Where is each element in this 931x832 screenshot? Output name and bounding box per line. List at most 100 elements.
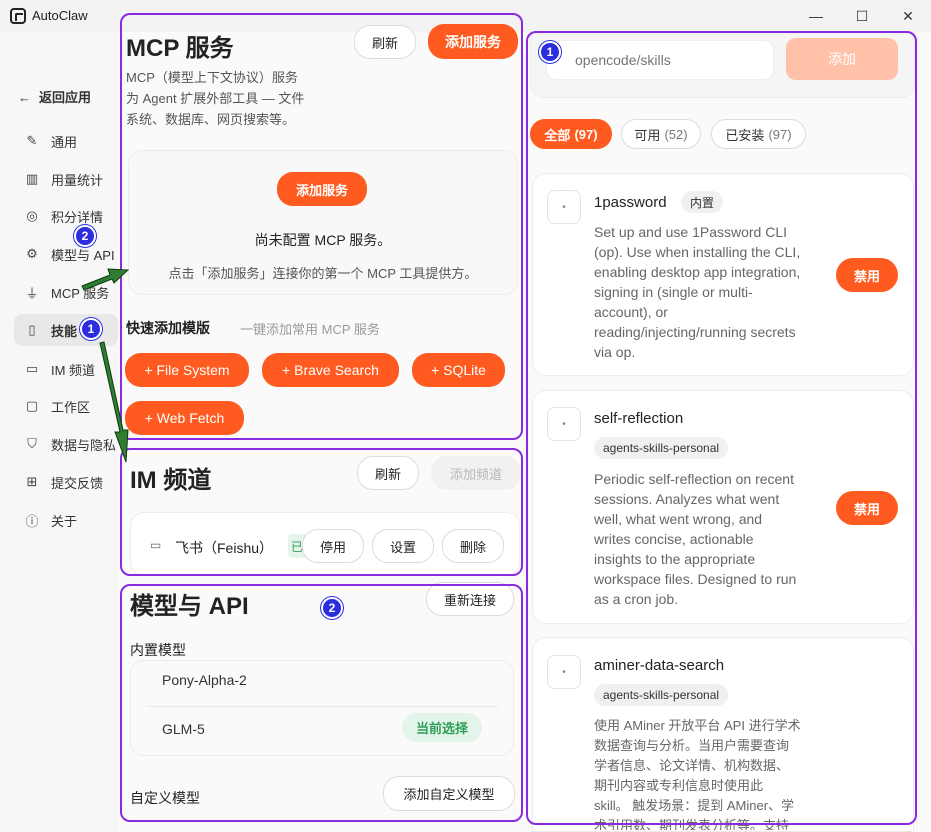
channel-delete-button[interactable]: 删除 [442,529,504,563]
sidebar-item-general[interactable]: ✎ 通用 [14,125,118,157]
sidebar-item-models[interactable]: ⚙ 模型与 API [14,238,118,270]
filter-count: (97) [768,126,792,142]
desc-line: signing in (single or multi- [594,284,753,300]
sidebar-item-usage[interactable]: ▥ 用量统计 [14,163,118,195]
sidebar-item-feedback[interactable]: ⊞ 提交反馈 [14,466,118,498]
reconnect-button[interactable]: 重新连接 [426,582,514,616]
window-title: AutoClaw [32,8,88,23]
skill-add-button[interactable]: 添加 [786,38,898,80]
model-option-glm[interactable]: GLM-5 [162,721,205,737]
close-button[interactable]: ✕ [885,0,931,32]
current-selection-badge: 当前选择 [402,713,482,742]
quick-templates-title: 快速添加模版 [126,320,210,336]
filter-label: 已安装 [725,127,765,143]
template-web-fetch-button[interactable]: + Web Fetch [125,401,244,435]
im-title: IM 频道 [130,467,212,494]
sidebar-item-skills[interactable]: ▯ 技能 [14,314,118,346]
skill-description: 使用 AMiner 开放平台 API 进行学术 数据查询与分析。当用户需要查询 … [594,716,819,830]
sidebar-item-privacy[interactable]: ⛉ 数据与隐私 [14,428,118,460]
builtin-models-title: 内置模型 [130,642,186,658]
book-icon: ▯ [28,322,36,337]
annotation-badge: 2 [321,597,343,619]
template-file-system-button[interactable]: + File System [125,353,249,387]
desc-line: 数据查询与分析。当用户需要查询 [594,738,790,753]
sidebar-item-label: 关于 [51,513,78,529]
sidebar-item-label: 模型与 API [51,247,115,263]
skill-placeholder-icon: • [547,190,581,224]
sidebar-item-label: 提交反馈 [51,475,104,491]
sidebar-item-credits[interactable]: ◎ 积分详情 [14,200,118,232]
template-sqlite-button[interactable]: + SQLite [412,353,505,387]
sidebar-item-im[interactable]: ▭ IM 频道 [14,353,118,385]
filter-label: 全部 [544,127,571,143]
filter-installed[interactable]: 已安装 (97) [711,119,806,149]
skill-disable-button[interactable]: 禁用 [836,491,898,525]
back-to-app-link[interactable]: ← 返回应用 [18,87,91,106]
skill-description: Set up and use 1Password CLI (op). Use w… [594,222,819,362]
desc-line: enabling desktop app integration, [594,264,801,280]
skill-name: aminer-data-search [594,657,725,674]
filter-available[interactable]: 可用 (52) [621,119,701,149]
mcp-title: MCP 服务 [126,35,234,62]
mcp-add-button[interactable]: 添加服务 [428,24,518,59]
sidebar-item-workspace[interactable]: ▢ 工作区 [14,390,118,422]
arrow-left-icon: ← [18,90,31,105]
desc-line: insights to the appropriate [594,551,756,567]
channel-settings-button[interactable]: 设置 [372,529,434,563]
maximize-button[interactable]: ☐ [839,0,885,32]
desc-line: (op). Use when installing the CLI, [594,244,801,260]
template-brave-search-button[interactable]: + Brave Search [262,353,399,387]
desc-line: via op. [594,344,636,360]
model-title: 模型与 API [130,593,249,620]
desc-line: reading/injecting/running secrets [594,324,796,340]
desc-line: 术引用数、期刊发表分析等。支持 [594,818,790,830]
sidebar-item-label: 通用 [51,134,78,150]
mcp-empty-title: 尚未配置 MCP 服务。 [254,232,392,248]
sidebar: ← 返回应用 ✎ 通用 ▥ 用量统计 ◎ 积分详情 ⚙ 模型与 API ⏚ MCP 服务 ▯… [0,32,122,832]
model-option-pony[interactable]: Pony-Alpha-2 [162,672,247,688]
minimize-button[interactable]: — [793,0,839,32]
skill-placeholder-icon: • [547,655,581,689]
annotation-badge: 2 [74,225,96,247]
mcp-refresh-button[interactable]: 刷新 [354,25,416,59]
desc-line: 期刊内容或专利信息时使用此 [594,778,764,793]
sidebar-item-label: 工作区 [51,399,91,415]
custom-models-title: 自定义模型 [130,790,200,806]
sidebar-item-mcp[interactable]: ⏚ MCP 服务 [14,276,118,308]
filter-count: (97) [574,126,598,142]
skill-source-input[interactable] [546,40,774,80]
folder-icon: ▢ [25,398,39,413]
sidebar-item-label: 数据与隐私 [51,437,117,453]
filter-label: 可用 [634,127,661,143]
desc-line: account), or [594,304,668,320]
shield-icon: ⛉ [27,436,37,451]
sidebar-item-label: IM 频道 [51,362,96,378]
desc-line: sessions. Analyzes what went [594,491,780,507]
add-custom-model-button[interactable]: 添加自定义模型 [383,776,515,811]
desc-line: writes concise, actionable [594,531,754,547]
sidebar-item-about[interactable]: ⓘ 关于 [14,504,118,536]
quick-templates-hint: 一键添加常用 MCP 服务 [240,322,380,337]
coin-icon: ◎ [26,208,38,223]
skill-placeholder-icon: • [547,407,581,441]
im-add-channel-button[interactable]: 添加频道 [431,456,521,490]
mcp-empty-add-button[interactable]: 添加服务 [277,172,367,206]
chat-icon: ▭ [25,361,39,376]
desc-line: workspace files. Designed to run [594,571,797,587]
im-refresh-button[interactable]: 刷新 [357,456,419,490]
desc-line: Periodic self-reflection on recent [594,471,794,487]
info-icon: ⓘ [25,513,39,529]
sidebar-item-label: 技能 [51,323,78,339]
skill-disable-button[interactable]: 禁用 [836,258,898,292]
filter-all[interactable]: 全部 (97) [530,119,612,149]
feedback-icon: ⊞ [26,474,38,489]
desc-line: 学者信息、论文详情、机构数据、 [594,758,790,773]
skill-tag: agents-skills-personal [594,437,729,459]
pencil-icon: ✎ [26,133,38,148]
chip-icon: ⚙ [26,246,38,261]
skill-description: Periodic self-reflection on recent sessi… [594,469,819,609]
mcp-desc-line: 系统、数据库、网页搜索等。 [126,112,296,127]
skill-tag: 内置 [681,191,724,213]
channel-stop-button[interactable]: 停用 [302,529,364,563]
skill-tag: agents-skills-personal [594,684,729,706]
